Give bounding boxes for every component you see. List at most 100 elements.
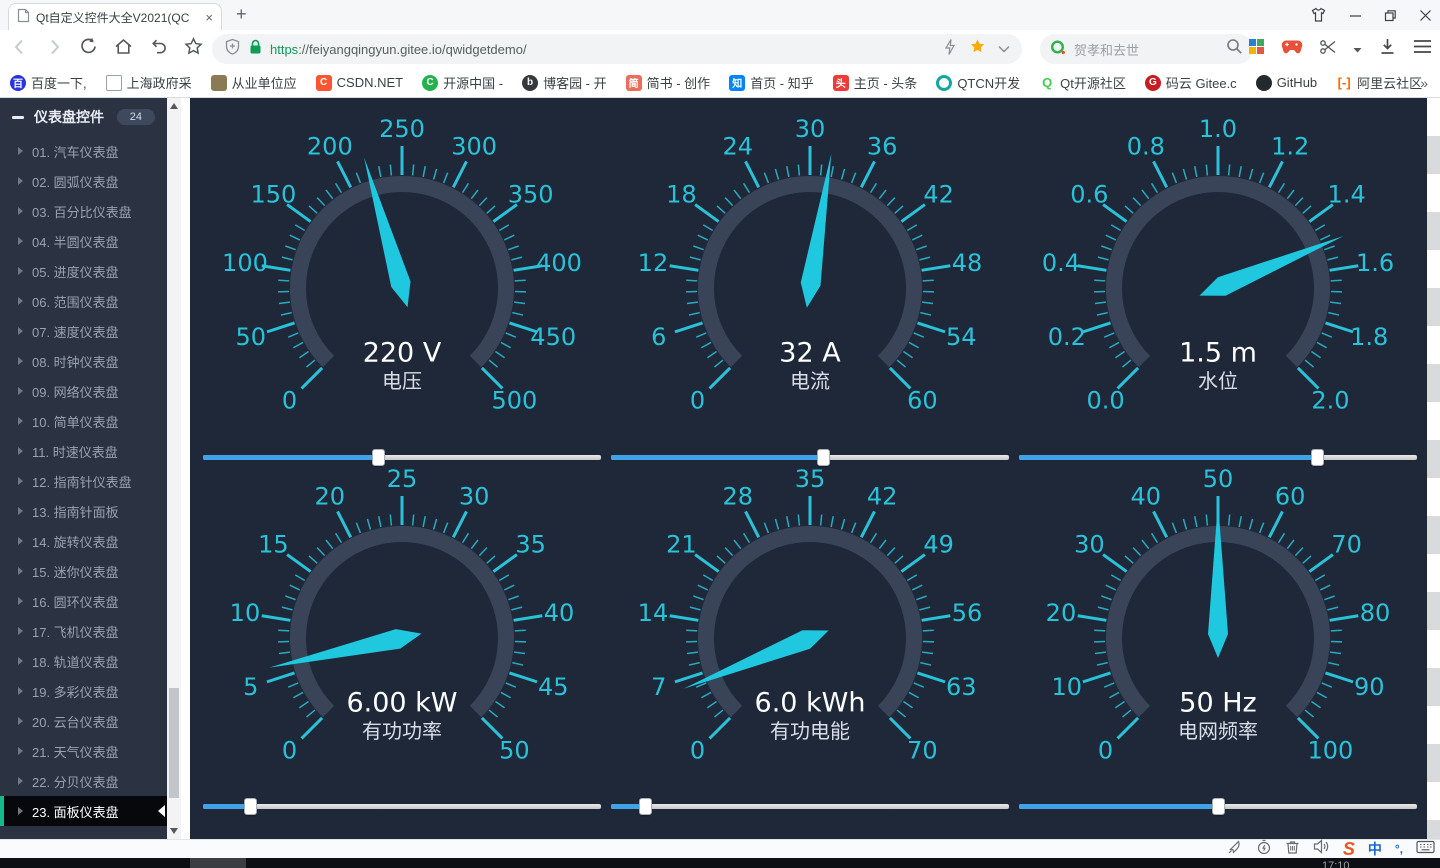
bookmark-item[interactable]: 百百度一下, — [10, 73, 87, 92]
sidebar-item-20[interactable]: 20. 云台仪表盘 — [0, 706, 167, 736]
expand-triangle-icon[interactable] — [18, 267, 23, 275]
sidebar-item-06[interactable]: 06. 范围仪表盘 — [0, 286, 167, 316]
sidebar-item-03[interactable]: 03. 百分比仪表盘 — [0, 196, 167, 226]
slider-handle[interactable] — [639, 798, 652, 815]
url-text[interactable]: https://feiyangqingyun.gitee.io/qwidgetd… — [270, 42, 527, 57]
sidebar-item-12[interactable]: 12. 指南针仪表盘 — [0, 466, 167, 496]
bookmark-item[interactable]: QTCN开发 — [936, 73, 1020, 92]
collapse-minus-icon[interactable] — [12, 116, 24, 119]
chevron-down-icon[interactable] — [998, 40, 1010, 58]
restore-button[interactable] — [1384, 9, 1397, 22]
sidebar-item-17[interactable]: 17. 飞机仪表盘 — [0, 616, 167, 646]
sidebar-header[interactable]: 仪表盘控件 24 — [0, 98, 167, 136]
sidebar-scrollbar[interactable] — [167, 98, 181, 839]
apps-grid-icon[interactable] — [1248, 38, 1265, 60]
expand-triangle-icon[interactable] — [18, 627, 23, 635]
slider-active-power[interactable] — [203, 798, 601, 815]
bookmark-item[interactable]: [-]阿里云社区 — [1336, 73, 1422, 92]
scroll-down-icon[interactable] — [170, 828, 178, 834]
home-icon[interactable] — [113, 36, 134, 62]
sidebar-item-23[interactable]: 23. 面板仪表盘 — [0, 796, 167, 826]
sogou-input-icon[interactable]: S — [1343, 840, 1355, 858]
tab-close-icon[interactable]: × — [205, 10, 213, 25]
trash-icon[interactable] — [1285, 839, 1300, 860]
ime-language-toggle[interactable]: 中 — [1368, 842, 1382, 856]
ime-punctuation-toggle[interactable]: °, — [1395, 843, 1403, 855]
expand-triangle-icon[interactable] — [18, 597, 23, 605]
expand-triangle-icon[interactable] — [18, 657, 23, 665]
favorites-star-icon[interactable] — [183, 36, 204, 62]
expand-triangle-icon[interactable] — [18, 807, 23, 815]
scroll-up-icon[interactable] — [170, 103, 178, 109]
search-input[interactable]: 贺孝和去世 — [1074, 40, 1218, 59]
slider-track[interactable] — [611, 804, 1009, 809]
sidebar-item-15[interactable]: 15. 迷你仪表盘 — [0, 556, 167, 586]
minimize-button[interactable] — [1349, 9, 1362, 22]
address-bar[interactable]: https://feiyangqingyun.gitee.io/qwidgetd… — [212, 34, 1022, 64]
bookmark-item[interactable]: CCSDN.NET — [316, 75, 403, 91]
menu-icon[interactable] — [1413, 39, 1432, 59]
sidebar-item-05[interactable]: 05. 进度仪表盘 — [0, 256, 167, 286]
expand-triangle-icon[interactable] — [18, 177, 23, 185]
sidebar-item-09[interactable]: 09. 网络仪表盘 — [0, 376, 167, 406]
expand-triangle-icon[interactable] — [18, 717, 23, 725]
expand-triangle-icon[interactable] — [18, 777, 23, 785]
sidebar-item-14[interactable]: 14. 旋转仪表盘 — [0, 526, 167, 556]
scissors-caret-icon[interactable] — [1353, 40, 1362, 58]
forward-icon[interactable] — [44, 37, 64, 62]
slider-handle[interactable] — [1212, 798, 1225, 815]
bookmark-item[interactable]: 简简书 - 创作 — [626, 73, 711, 92]
shield-plus-icon[interactable] — [224, 38, 241, 61]
bookmark-item[interactable]: G码云 Gitee.c — [1145, 73, 1237, 92]
bookmark-item[interactable]: 头主页 - 头条 — [833, 73, 918, 92]
expand-triangle-icon[interactable] — [18, 507, 23, 515]
sidebar-item-18[interactable]: 18. 轨道仪表盘 — [0, 646, 167, 676]
sidebar-scroll-thumb[interactable] — [169, 688, 179, 798]
slider-grid-frequency[interactable] — [1019, 798, 1417, 815]
screenshot-scissors-icon[interactable] — [1319, 38, 1337, 61]
new-tab-button[interactable]: + — [236, 4, 247, 25]
bookmarks-overflow-icon[interactable]: » — [1420, 75, 1428, 91]
sidebar-item-02[interactable]: 02. 圆弧仪表盘 — [0, 166, 167, 196]
expand-triangle-icon[interactable] — [18, 747, 23, 755]
expand-triangle-icon[interactable] — [18, 297, 23, 305]
sidebar-item-04[interactable]: 04. 半圆仪表盘 — [0, 226, 167, 256]
sidebar-item-08[interactable]: 08. 时钟仪表盘 — [0, 346, 167, 376]
taskbar-app-segment[interactable] — [190, 858, 246, 868]
expand-triangle-icon[interactable] — [18, 447, 23, 455]
slider-track[interactable] — [203, 804, 601, 809]
bookmark-item[interactable]: 知首页 - 知乎 — [729, 73, 814, 92]
sidebar-item-10[interactable]: 10. 简单仪表盘 — [0, 406, 167, 436]
bookmark-item[interactable]: 上海政府采 — [106, 73, 192, 92]
bookmark-item[interactable]: 从业单位应 — [211, 73, 297, 92]
bookmark-item[interactable]: GitHub — [1256, 75, 1317, 91]
search-box[interactable]: 贺孝和去世 — [1040, 34, 1253, 64]
expand-triangle-icon[interactable] — [18, 237, 23, 245]
expand-triangle-icon[interactable] — [18, 357, 23, 365]
close-button[interactable] — [1419, 9, 1432, 22]
speed-test-icon[interactable] — [1256, 839, 1272, 860]
sidebar-item-22[interactable]: 22. 分贝仪表盘 — [0, 766, 167, 796]
expand-triangle-icon[interactable] — [18, 327, 23, 335]
bookmark-item[interactable]: QQt开源社区 — [1039, 73, 1126, 92]
lock-icon[interactable] — [249, 39, 262, 60]
expand-triangle-icon[interactable] — [18, 537, 23, 545]
browser-tab[interactable]: Qt自定义控件大全V2021(QC × — [8, 3, 222, 31]
bookmark-item[interactable]: C开源中国 - — [422, 73, 503, 92]
rocket-icon[interactable] — [1227, 839, 1243, 860]
download-icon[interactable] — [1378, 37, 1397, 61]
back-icon[interactable] — [10, 37, 30, 62]
search-icon[interactable] — [1226, 38, 1243, 60]
bookmark-item[interactable]: b博客园 - 开 — [522, 73, 607, 92]
expand-triangle-icon[interactable] — [18, 687, 23, 695]
games-icon[interactable] — [1281, 39, 1303, 60]
sidebar-item-01[interactable]: 01. 汽车仪表盘 — [0, 136, 167, 166]
expand-triangle-icon[interactable] — [18, 417, 23, 425]
sidebar-item-11[interactable]: 11. 时速仪表盘 — [0, 436, 167, 466]
expand-triangle-icon[interactable] — [18, 477, 23, 485]
expand-triangle-icon[interactable] — [18, 147, 23, 155]
sidebar-item-21[interactable]: 21. 天气仪表盘 — [0, 736, 167, 766]
keyboard-icon[interactable] — [1416, 840, 1435, 859]
page-scrollbar[interactable] — [1427, 98, 1440, 839]
expand-triangle-icon[interactable] — [18, 387, 23, 395]
